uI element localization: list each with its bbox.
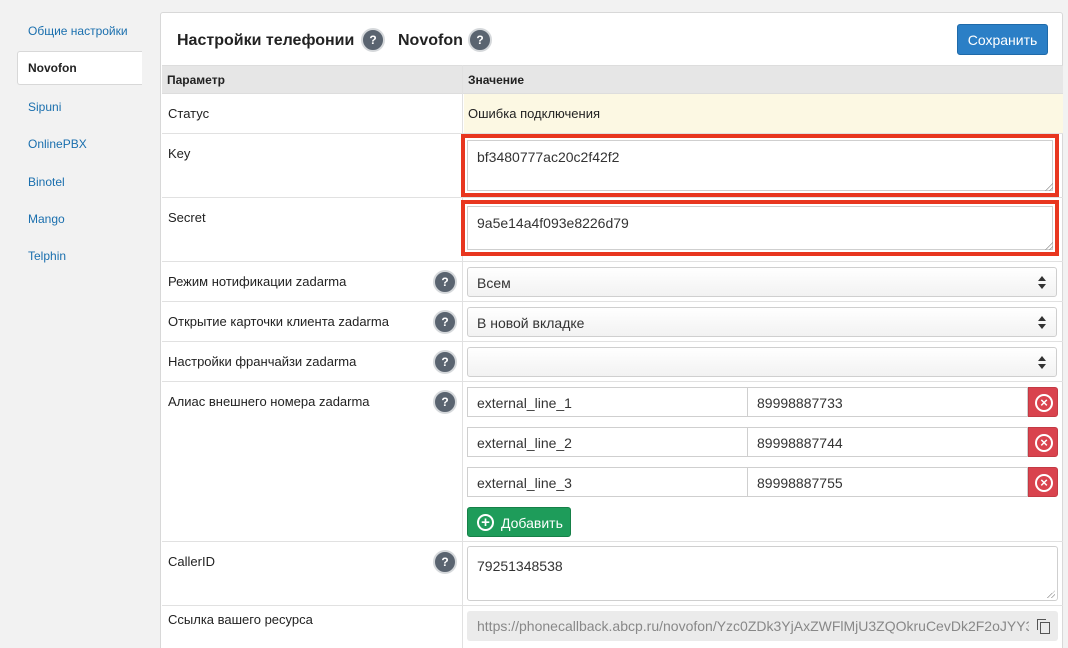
- close-circle-icon: ×: [1035, 434, 1053, 452]
- settings-panel: Настройки телефонии ? Novofon ? Сохранит…: [160, 12, 1063, 648]
- alias-help-icon[interactable]: ?: [433, 390, 457, 414]
- alias-name-input[interactable]: external_line_2: [467, 427, 748, 457]
- resize-handle-icon[interactable]: [1047, 590, 1055, 598]
- notify-mode-label: Режим нотификации zadarma: [168, 274, 347, 289]
- notify-mode-help-icon[interactable]: ?: [433, 270, 457, 294]
- alias-line: external_line_1 89998887733 ×: [467, 387, 1058, 417]
- alias-number-input[interactable]: 89998887755: [747, 467, 1028, 497]
- add-alias-button[interactable]: + Добавить: [467, 507, 571, 537]
- status-label: Статус: [168, 106, 210, 121]
- alias-name-input[interactable]: external_line_3: [467, 467, 748, 497]
- key-label: Key: [168, 146, 191, 161]
- table-row-secret: Secret 9a5e14a4f093e8226d79: [162, 198, 1063, 262]
- alias-line: external_line_2 89998887744 ×: [467, 427, 1058, 457]
- secret-field[interactable]: 9a5e14a4f093e8226d79: [461, 200, 1059, 256]
- sidebar: Общие настройки Novofon Sipuni OnlinePBX…: [0, 0, 142, 648]
- resize-handle-icon[interactable]: [1045, 242, 1053, 250]
- franchise-help-icon[interactable]: ?: [433, 350, 457, 374]
- sidebar-item-onlinepbx[interactable]: OnlinePBX: [28, 137, 87, 151]
- sidebar-item-binotel[interactable]: Binotel: [28, 175, 65, 189]
- table-header: Параметр Значение: [162, 65, 1063, 94]
- select-arrows-icon: [1037, 316, 1047, 330]
- select-arrows-icon: [1037, 276, 1047, 290]
- secret-value: 9a5e14a4f093e8226d79: [477, 215, 629, 231]
- table-row-callerid: CallerID ? 79251348538: [162, 542, 1063, 606]
- table-row-alias: Алиас внешнего номера zadarma ? external…: [162, 382, 1063, 542]
- table-row-key: Key bf3480777ac20c2f42f2: [162, 134, 1063, 198]
- column-header-value: Значение: [468, 73, 525, 87]
- alias-label: Алиас внешнего номера zadarma: [168, 394, 370, 409]
- card-open-select[interactable]: В новой вкладке: [467, 307, 1057, 337]
- notify-mode-select[interactable]: Всем: [467, 267, 1057, 297]
- secret-label: Secret: [168, 210, 206, 225]
- sidebar-item-novofon[interactable]: Novofon: [17, 51, 142, 85]
- delete-alias-button[interactable]: ×: [1028, 427, 1058, 457]
- plus-circle-icon: +: [477, 514, 494, 531]
- provider-title: Novofon: [398, 32, 463, 49]
- delete-alias-button[interactable]: ×: [1028, 387, 1058, 417]
- resource-link-label: Ссылка вашего ресурса: [168, 612, 313, 627]
- table-row-resource-link: Ссылка вашего ресурса https://phonecallb…: [162, 606, 1063, 648]
- title-help-icon[interactable]: ?: [361, 28, 385, 52]
- alias-number-input[interactable]: 89998887744: [747, 427, 1028, 457]
- select-arrows-icon: [1037, 356, 1047, 370]
- sidebar-item-telphin[interactable]: Telphin: [28, 249, 66, 263]
- status-value: Ошибка подключения: [468, 106, 600, 121]
- table-row-franchise: Настройки франчайзи zadarma ?: [162, 342, 1063, 382]
- resource-link-field[interactable]: https://phonecallback.abcp.ru/novofon/Yz…: [467, 611, 1058, 641]
- table-row-notify-mode: Режим нотификации zadarma ? Всем: [162, 262, 1063, 302]
- provider-help-icon[interactable]: ?: [468, 28, 492, 52]
- page-title: Настройки телефонии: [177, 32, 355, 49]
- card-open-value: В новой вкладке: [477, 315, 585, 331]
- sidebar-item-general[interactable]: Общие настройки: [28, 24, 128, 38]
- callerid-help-icon[interactable]: ?: [433, 550, 457, 574]
- alias-name-input[interactable]: external_line_1: [467, 387, 748, 417]
- column-header-param: Параметр: [167, 73, 225, 87]
- add-alias-label: Добавить: [501, 515, 563, 531]
- sidebar-item-mango[interactable]: Mango: [28, 212, 65, 226]
- copy-icon[interactable]: [1037, 619, 1050, 634]
- sidebar-item-sipuni[interactable]: Sipuni: [28, 100, 61, 114]
- key-value: bf3480777ac20c2f42f2: [477, 149, 620, 165]
- close-circle-icon: ×: [1035, 474, 1053, 492]
- callerid-label: CallerID: [168, 554, 215, 569]
- table-row-status: Статус Ошибка подключения: [162, 94, 1063, 134]
- delete-alias-button[interactable]: ×: [1028, 467, 1058, 497]
- resize-handle-icon[interactable]: [1045, 183, 1053, 191]
- callerid-value: 79251348538: [477, 558, 563, 574]
- close-circle-icon: ×: [1035, 394, 1053, 412]
- franchise-select[interactable]: [467, 347, 1057, 377]
- franchise-label: Настройки франчайзи zadarma: [168, 354, 357, 369]
- alias-line: external_line_3 89998887755 ×: [467, 467, 1058, 497]
- table-row-card-open: Открытие карточки клиента zadarma ? В но…: [162, 302, 1063, 342]
- card-open-label: Открытие карточки клиента zadarma: [168, 314, 389, 329]
- resource-link-value: https://phonecallback.abcp.ru/novofon/Yz…: [477, 618, 1029, 634]
- key-field[interactable]: bf3480777ac20c2f42f2: [461, 134, 1059, 197]
- panel-header: Настройки телефонии ? Novofon ? Сохранит…: [161, 13, 1062, 65]
- alias-number-input[interactable]: 89998887733: [747, 387, 1028, 417]
- card-open-help-icon[interactable]: ?: [433, 310, 457, 334]
- notify-mode-value: Всем: [477, 275, 511, 291]
- save-button[interactable]: Сохранить: [957, 24, 1048, 55]
- callerid-field[interactable]: 79251348538: [467, 546, 1058, 601]
